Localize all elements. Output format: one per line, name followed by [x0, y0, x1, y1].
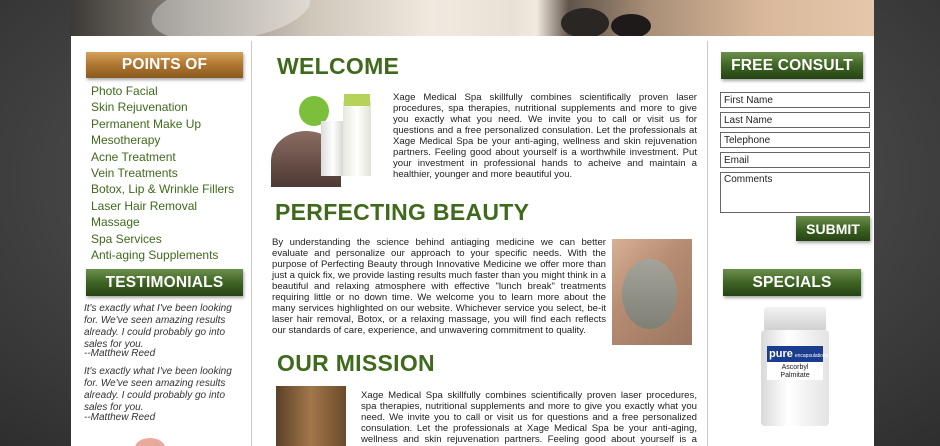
- spa-room-image: [276, 386, 346, 446]
- testimonial-author: --Matthew Reed: [84, 348, 156, 359]
- testimonial-author: --Matthew Reed: [84, 412, 156, 423]
- poi-item-acne-treatment[interactable]: Acne Treatment: [91, 149, 234, 165]
- product-brand-sub: encapsulations: [794, 353, 829, 359]
- testimonial-photo: [135, 438, 165, 446]
- comments-field[interactable]: [720, 172, 870, 213]
- divider-left: [251, 41, 252, 446]
- content-panel: POINTS OF INTEREST Photo Facial Skin Rej…: [71, 36, 874, 446]
- flower-image: [147, 0, 315, 36]
- divider-right: [707, 41, 708, 446]
- poi-item-vein-treatments[interactable]: Vein Treatments: [91, 165, 234, 181]
- poi-item-skin-rejuvenation[interactable]: Skin Rejuvenation: [91, 99, 234, 115]
- poi-item-anti-aging-supplements[interactable]: Anti-aging Supplements: [91, 247, 234, 263]
- product-name-line1: Ascorbyl: [781, 364, 809, 371]
- testimonial-quote: It's exactly what I've been looking for.…: [84, 366, 232, 413]
- poi-item-mesotherapy[interactable]: Mesotherapy: [91, 132, 234, 148]
- spa-stones-image: [561, 8, 609, 36]
- perfecting-beauty-heading: PERFECTING BEAUTY: [275, 199, 530, 225]
- welcome-heading: WELCOME: [277, 53, 400, 79]
- poi-item-massage[interactable]: Massage: [91, 214, 234, 230]
- header-banner: [71, 0, 874, 36]
- welcome-text: Xage Medical Spa skillfully combines sci…: [393, 92, 697, 180]
- poi-item-laser-hair-removal[interactable]: Laser Hair Removal: [91, 198, 234, 214]
- poi-item-spa-services[interactable]: Spa Services: [91, 231, 234, 247]
- product-name-line2: Palmitate: [780, 372, 810, 379]
- spa-products-image: [271, 91, 383, 187]
- our-mission-text: Xage Medical Spa skillfully combines sci…: [361, 390, 697, 446]
- points-of-interest-list: Photo Facial Skin Rejuvenation Permanent…: [91, 83, 234, 263]
- telephone-field[interactable]: [720, 132, 870, 148]
- facial-treatment-image: [612, 239, 692, 345]
- specials-heading: SPECIALS: [723, 269, 861, 296]
- poi-item-permanent-make-up[interactable]: Permanent Make Up: [91, 116, 234, 132]
- points-of-interest-heading: POINTS OF INTEREST: [86, 52, 243, 99]
- poi-item-photo-facial[interactable]: Photo Facial: [91, 83, 234, 99]
- product-brand: pure: [769, 348, 793, 360]
- testimonials-heading: TESTIMONIALS: [86, 269, 243, 296]
- spa-stones-image-2: [611, 14, 651, 36]
- first-name-field[interactable]: [720, 92, 870, 108]
- perfecting-beauty-text: By understanding the science behind anti…: [272, 237, 606, 336]
- special-product-image[interactable]: pure encapsulations Ascorbyl Palmitate: [743, 304, 847, 428]
- poi-item-botox[interactable]: Botox, Lip & Wrinkle Fillers: [91, 181, 234, 197]
- submit-button[interactable]: SUBMIT: [796, 216, 870, 241]
- last-name-field[interactable]: [720, 112, 870, 128]
- our-mission-heading: OUR MISSION: [277, 350, 435, 376]
- free-consult-heading: FREE CONSULT: [721, 52, 863, 79]
- email-field[interactable]: [720, 152, 870, 168]
- testimonial-quote: It's exactly what I've been looking for.…: [84, 303, 232, 350]
